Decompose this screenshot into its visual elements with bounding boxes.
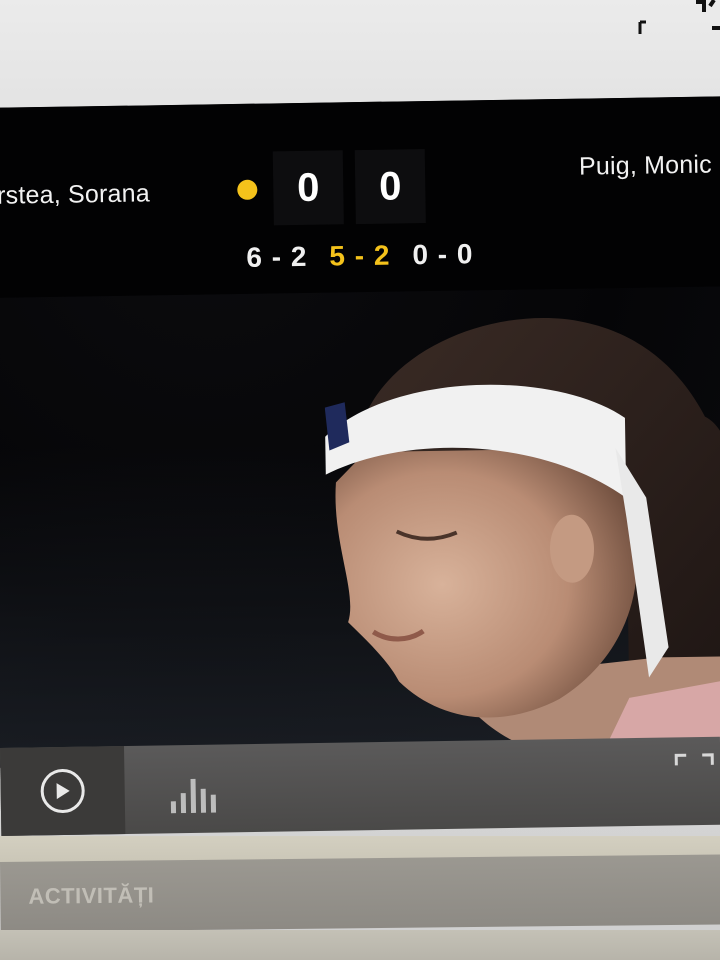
set-score-1: 6 - 2: [246, 240, 308, 273]
window-corner-icon: [638, 0, 720, 34]
tab-activity[interactable]: ACTIVITĂȚI: [28, 882, 154, 909]
play-button[interactable]: [40, 768, 86, 814]
play-icon: [56, 783, 70, 800]
fullscreen-icon[interactable]: [674, 753, 715, 794]
bar-chart-icon[interactable]: [168, 773, 219, 814]
points-left-value: 0: [296, 165, 320, 210]
player-controls: [0, 736, 720, 836]
scoreboard: irstea, Sorana 0 0 Puig, Monic 6 - 2 5 -…: [0, 96, 720, 298]
set-score-3: 0 - 0: [412, 238, 474, 271]
points-right: 0: [354, 149, 426, 225]
play-button-cell[interactable]: [0, 746, 126, 836]
set-scores: 6 - 2 5 - 2 0 - 0: [246, 238, 474, 274]
points-left: 0: [272, 150, 344, 226]
player-name-right: Puig, Monic: [578, 150, 713, 181]
serving-indicator: [237, 179, 258, 200]
activity-tab-bar: ACTIVITĂȚI: [0, 854, 720, 932]
set-score-2: 5 - 2: [329, 239, 391, 272]
player-photo: [323, 317, 720, 759]
points-right-value: 0: [378, 163, 402, 209]
player-name-left: irstea, Sorana: [0, 179, 151, 210]
video-player[interactable]: irstea, Sorana 0 0 Puig, Monic 6 - 2 5 -…: [0, 96, 720, 768]
page-footer-strip: [0, 930, 720, 960]
screen: irstea, Sorana 0 0 Puig, Monic 6 - 2 5 -…: [0, 0, 720, 960]
